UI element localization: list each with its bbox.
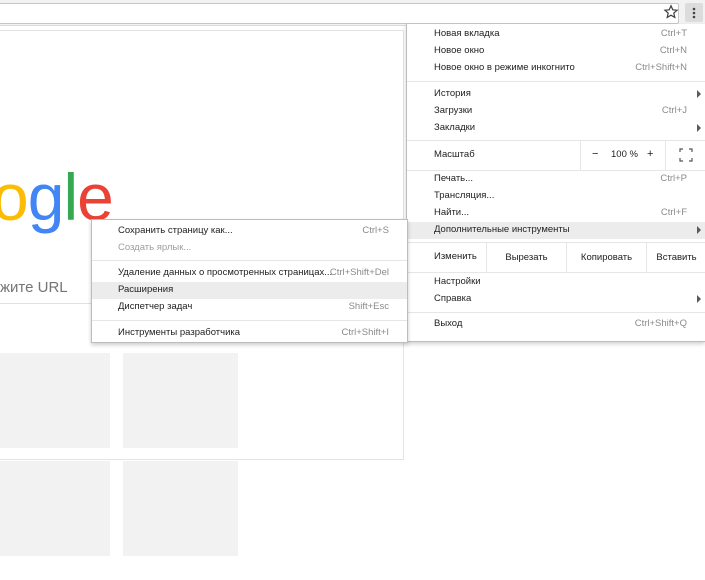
fullscreen-icon: [679, 148, 693, 162]
menu-item-label: Трансляция...: [434, 190, 495, 201]
menu-item-label: Загрузки: [434, 105, 473, 116]
menu-item-label: Выход: [434, 318, 463, 329]
menu-item-label: Новое окно в режиме инкогнито: [434, 62, 575, 73]
submenu-item-task-manager[interactable]: Диспетчер задач Shift+Esc: [92, 299, 407, 316]
cut-button[interactable]: Вырезать: [486, 242, 566, 272]
menu-item-help[interactable]: Справка: [407, 291, 705, 308]
menu-item-label: Создать ярлык...: [118, 242, 192, 253]
bookmark-star-icon[interactable]: [663, 4, 679, 20]
menu-item-label: Справка: [434, 293, 472, 304]
menu-item-shortcut: Ctrl+T: [660, 28, 687, 39]
menu-separator: [92, 260, 407, 261]
browser-toolbar: [0, 0, 705, 26]
zoom-in-button[interactable]: +: [647, 148, 653, 160]
menu-separator: [92, 320, 407, 321]
menu-item-label: Расширения: [118, 284, 174, 295]
menu-separator: [407, 272, 705, 273]
menu-item-label: Найти...: [434, 207, 470, 218]
logo-letter: l: [63, 160, 78, 234]
copy-button[interactable]: Копировать: [566, 242, 646, 272]
logo-letter: o: [0, 160, 29, 234]
menu-item-more-tools[interactable]: Дополнительные инструменты: [407, 222, 705, 239]
menu-item-shortcut: Ctrl+S: [362, 225, 389, 236]
menu-item-cast[interactable]: Трансляция...: [407, 188, 705, 205]
more-tools-submenu: Сохранить страницу как... Ctrl+S Создать…: [91, 219, 408, 343]
menu-item-label: Диспетчер задач: [118, 301, 193, 312]
menu-item-shortcut: Ctrl+Shift+I: [341, 327, 389, 338]
menu-item-label: Настройки: [434, 276, 481, 287]
menu-item-new-tab[interactable]: Новая вкладка Ctrl+T: [407, 26, 705, 43]
zoom-label: Масштаб: [434, 149, 475, 160]
submenu-item-developer-tools[interactable]: Инструменты разработчика Ctrl+Shift+I: [92, 325, 407, 342]
menu-item-shortcut: Ctrl+Shift+N: [635, 62, 687, 73]
menu-item-label: Инструменты разработчика: [118, 327, 241, 338]
menu-item-new-window[interactable]: Новое окно Ctrl+N: [407, 43, 705, 60]
logo-letter: g: [27, 160, 65, 234]
menu-item-find[interactable]: Найти... Ctrl+F: [407, 205, 705, 222]
most-visited-tile[interactable]: [123, 353, 238, 448]
menu-item-shortcut: Ctrl+P: [660, 173, 687, 184]
menu-item-incognito-window[interactable]: Новое окно в режиме инкогнито Ctrl+Shift…: [407, 60, 705, 77]
search-box-hint[interactable]: жите URL: [0, 279, 68, 296]
submenu-item-extensions[interactable]: Расширения: [92, 282, 407, 299]
menu-item-settings[interactable]: Настройки: [407, 274, 705, 291]
menu-item-label: Новая вкладка: [434, 28, 500, 39]
menu-item-print[interactable]: Печать... Ctrl+P: [407, 171, 705, 188]
menu-item-label: Сохранить страницу как...: [118, 225, 233, 236]
chrome-main-menu: Новая вкладка Ctrl+T Новое окно Ctrl+N Н…: [406, 24, 705, 342]
kebab-menu-icon: [692, 7, 696, 18]
address-bar[interactable]: [0, 3, 679, 24]
menu-separator: [407, 312, 705, 313]
paste-button[interactable]: Вставить: [646, 242, 705, 272]
zoom-row: Масштаб − 100 % +: [407, 140, 705, 170]
submenu-item-clear-browsing-data[interactable]: Удаление данных о просмотренных страница…: [92, 265, 407, 282]
search-box-underline: [0, 303, 100, 304]
zoom-out-button[interactable]: −: [592, 148, 598, 160]
submenu-arrow-icon: [697, 124, 701, 132]
menu-item-label: Печать...: [434, 173, 474, 184]
menu-item-shortcut: Ctrl+J: [661, 105, 687, 116]
submenu-item-create-shortcut[interactable]: Создать ярлык...: [92, 240, 407, 257]
menu-item-shortcut: Ctrl+Shift+Del: [329, 267, 389, 278]
menu-item-shortcut: Ctrl+F: [660, 207, 687, 218]
menu-item-shortcut: Ctrl+N: [659, 45, 687, 56]
most-visited-tile[interactable]: [0, 353, 110, 448]
menu-item-exit[interactable]: Выход Ctrl+Shift+Q: [407, 316, 705, 333]
menu-item-downloads[interactable]: Загрузки Ctrl+J: [407, 103, 705, 120]
chrome-menu-button[interactable]: [685, 3, 703, 22]
menu-item-label: Удаление данных о просмотренных страница…: [118, 267, 333, 278]
menu-item-label: История: [434, 88, 471, 99]
menu-separator: [407, 81, 705, 82]
menu-item-bookmarks[interactable]: Закладки: [407, 120, 705, 137]
zoom-controls: − 100 % +: [580, 140, 705, 170]
edit-label: Изменить: [434, 251, 477, 262]
zoom-level: 100 %: [611, 149, 638, 160]
edit-row: Изменить Вырезать Копировать Вставить: [407, 242, 705, 272]
submenu-arrow-icon: [697, 295, 701, 303]
menu-item-label: Закладки: [434, 122, 476, 133]
submenu-arrow-icon: [697, 226, 701, 234]
menu-item-shortcut: Ctrl+Shift+Q: [634, 318, 687, 329]
menu-item-label: Дополнительные инструменты: [434, 224, 570, 235]
submenu-arrow-icon: [697, 90, 701, 98]
most-visited-tile[interactable]: [123, 461, 238, 556]
menu-item-history[interactable]: История: [407, 86, 705, 103]
menu-item-shortcut: Shift+Esc: [348, 301, 389, 312]
submenu-item-save-page[interactable]: Сохранить страницу как... Ctrl+S: [92, 223, 407, 240]
fullscreen-button[interactable]: [665, 140, 705, 170]
menu-item-label: Новое окно: [434, 45, 485, 56]
most-visited-tile[interactable]: [0, 461, 110, 556]
